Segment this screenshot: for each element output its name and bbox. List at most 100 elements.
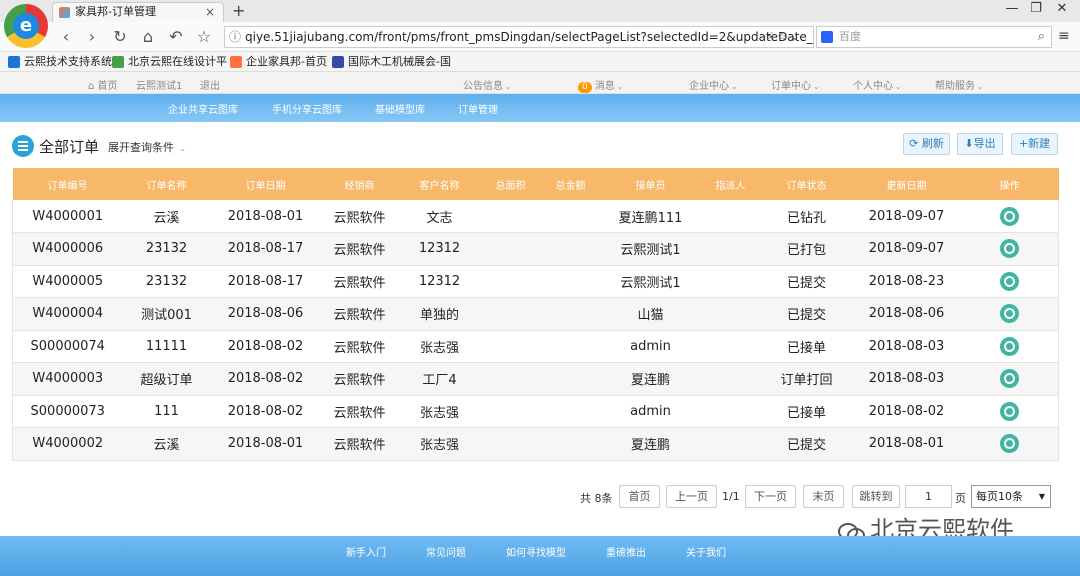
url-actions-icon[interactable]: ⚡ ☆ ⌄ xyxy=(766,30,800,43)
expand-filter-link[interactable]: 展开查询条件 ⌄ xyxy=(108,139,186,155)
prev-page-button[interactable]: 上一页 xyxy=(666,485,717,508)
footer-link-featured[interactable]: 重磅推出 xyxy=(606,544,646,559)
home-icon[interactable]: ⌂ xyxy=(138,27,158,46)
bookmark-item[interactable]: 企业家具邦-首页 xyxy=(230,55,327,69)
bookmark-item[interactable]: 云熙技术支持系统 xyxy=(8,55,112,69)
table-cell: 2018-08-03 xyxy=(852,330,961,363)
subnav-order-management[interactable]: 订单管理 xyxy=(458,101,498,116)
column-header[interactable]: 订单日期 xyxy=(210,168,321,200)
gear-icon[interactable] xyxy=(999,369,1019,389)
column-header[interactable]: 经销商 xyxy=(320,168,399,200)
window-close-icon[interactable]: ✕ xyxy=(1050,1,1074,16)
column-header[interactable]: 更新日期 xyxy=(852,168,961,200)
nav-logout[interactable]: 退出 xyxy=(200,77,220,92)
search-icon[interactable]: ⌕ xyxy=(1038,27,1045,47)
table-row[interactable]: W4000005 23132 2018-08-17 云熙软件 12312 云熙测试1 已提交… xyxy=(12,265,1059,298)
nav-orders[interactable]: 订单中心 ⌄ xyxy=(771,77,820,92)
nav-home[interactable]: ⌂ 首页 xyxy=(88,77,118,92)
table-row[interactable]: W4000001 云溪 2018-08-01 云熙软件 文志 夏连鹏111 已钻孔 2018-… xyxy=(12,200,1059,233)
table-cell xyxy=(700,265,761,298)
column-header[interactable]: 总面积 xyxy=(480,168,541,200)
content-header: 全部订单 展开查询条件 ⌄ ⟳ 刷新 ⬇导出 +新建 xyxy=(0,122,1080,168)
reload-icon[interactable]: ↻ xyxy=(110,27,130,46)
table-cell xyxy=(700,297,761,331)
table-cell: 已接单 xyxy=(760,330,853,363)
gear-icon[interactable] xyxy=(999,304,1019,324)
site-footer: 新手入门 常见问题 如何寻找模型 重磅推出 关于我们 xyxy=(0,536,1080,576)
column-header[interactable]: 客户名称 xyxy=(398,168,481,200)
new-tab-button[interactable]: + xyxy=(232,1,245,20)
footer-link-faq[interactable]: 常见问题 xyxy=(426,544,466,559)
browser-tab[interactable]: 家具邦-订单管理 × xyxy=(52,2,224,22)
browser-menu-icon[interactable]: ≡ xyxy=(1058,28,1070,44)
gear-icon[interactable] xyxy=(999,401,1019,421)
plus-icon: + xyxy=(1018,137,1029,150)
bookmark-item[interactable]: 北京云熙在线设计平 xyxy=(112,55,227,69)
table-cell: 山猫 xyxy=(600,297,701,331)
gear-icon[interactable] xyxy=(999,271,1019,291)
refresh-button[interactable]: ⟳ 刷新 xyxy=(903,133,950,155)
subnav-enterprise-gallery[interactable]: 企业共享云图库 xyxy=(168,101,238,116)
page-size-select[interactable]: 每页10条 ▼ xyxy=(971,485,1051,508)
nav-messages[interactable]: 0 消息 ⌄ xyxy=(578,77,623,93)
action-cell xyxy=(960,297,1059,331)
column-header[interactable]: 操作 xyxy=(960,168,1059,200)
search-field[interactable]: 百度 ⌕ xyxy=(816,26,1052,48)
table-cell xyxy=(480,232,541,266)
column-header[interactable]: 订单名称 xyxy=(122,168,211,200)
total-count: 共 8条 xyxy=(580,492,613,505)
table-row[interactable]: S00000073 111 2018-08-02 云熙软件 张志强 admin 已接单 201… xyxy=(12,395,1059,428)
table-cell xyxy=(700,232,761,266)
table-cell xyxy=(540,362,601,396)
nav-user[interactable]: 云熙测试1 xyxy=(136,77,182,92)
table-cell xyxy=(480,200,541,233)
undo-icon[interactable]: ↶ xyxy=(166,27,186,46)
footer-link-find-model[interactable]: 如何寻找模型 xyxy=(506,544,566,559)
gear-icon[interactable] xyxy=(999,206,1019,226)
column-header[interactable]: 订单编号 xyxy=(12,168,123,200)
footer-link-beginner[interactable]: 新手入门 xyxy=(346,544,386,559)
nav-notice[interactable]: 公告信息 ⌄ xyxy=(463,77,512,92)
column-header[interactable]: 订单状态 xyxy=(760,168,853,200)
table-row[interactable]: W4000003 超级订单 2018-08-02 云熙软件 工厂4 夏连鹏 订单打回 2018… xyxy=(12,362,1059,396)
bookmarks-bar: 云熙技术支持系统 北京云熙在线设计平 企业家具邦-首页 国际木工机械展会-国 xyxy=(0,52,1080,72)
table-row[interactable]: S00000074 11111 2018-08-02 云熙软件 张志强 admin 已接单 2… xyxy=(12,330,1059,363)
table-cell: 2018-09-07 xyxy=(852,232,961,266)
last-page-button[interactable]: 末页 xyxy=(803,485,844,508)
column-header[interactable]: 总金额 xyxy=(540,168,601,200)
page-number-input[interactable]: 1 xyxy=(905,485,952,508)
back-icon[interactable]: ‹ xyxy=(56,27,76,46)
page-title: 全部订单 xyxy=(39,138,100,156)
star-icon[interactable]: ☆ xyxy=(194,27,214,46)
export-button[interactable]: ⬇导出 xyxy=(957,133,1003,155)
subnav-mobile-gallery[interactable]: 手机分享云图库 xyxy=(272,101,342,116)
site-favicon-icon xyxy=(59,7,70,18)
gear-icon[interactable] xyxy=(999,239,1019,259)
tab-close-icon[interactable]: × xyxy=(205,3,215,21)
minimize-icon[interactable]: — xyxy=(1000,1,1024,16)
column-header[interactable]: 接单员 xyxy=(600,168,701,200)
footer-link-about[interactable]: 关于我们 xyxy=(686,544,726,559)
forward-icon[interactable]: › xyxy=(82,27,102,46)
table-cell: 测试001 xyxy=(122,297,211,331)
nav-help[interactable]: 帮助服务 ⌄ xyxy=(935,77,984,92)
gear-icon[interactable] xyxy=(999,336,1019,356)
nav-personal[interactable]: 个人中心 ⌄ xyxy=(853,77,902,92)
subnav-model-library[interactable]: 基础模型库 xyxy=(375,101,425,116)
table-cell: 云熙软件 xyxy=(320,232,399,266)
column-header[interactable]: 指派人 xyxy=(700,168,761,200)
create-button[interactable]: +新建 xyxy=(1011,133,1058,155)
table-row[interactable]: W4000006 23132 2018-08-17 云熙软件 12312 云熙测试1 已打包… xyxy=(12,232,1059,266)
maximize-icon[interactable]: ❐ xyxy=(1024,1,1048,16)
nav-enterprise[interactable]: 企业中心 ⌄ xyxy=(689,77,738,92)
url-field[interactable]: ⓘ qiye.51jiajubang.com/front/pms/front_p… xyxy=(224,26,814,48)
jump-button[interactable]: 跳转到 xyxy=(852,485,900,508)
gear-icon[interactable] xyxy=(999,434,1019,454)
table-row[interactable]: W4000004 测试001 2018-08-06 云熙软件 单独的 山猫 已提交 2018-… xyxy=(12,297,1059,331)
bookmark-item[interactable]: 国际木工机械展会-国 xyxy=(332,55,451,69)
first-page-button[interactable]: 首页 xyxy=(619,485,660,508)
next-page-button[interactable]: 下一页 xyxy=(745,485,796,508)
table-cell: 张志强 xyxy=(398,427,481,461)
table-row[interactable]: W4000002 云溪 2018-08-01 云熙软件 张志强 夏连鹏 已提交 2018-08… xyxy=(12,427,1059,461)
table-cell xyxy=(700,395,761,428)
